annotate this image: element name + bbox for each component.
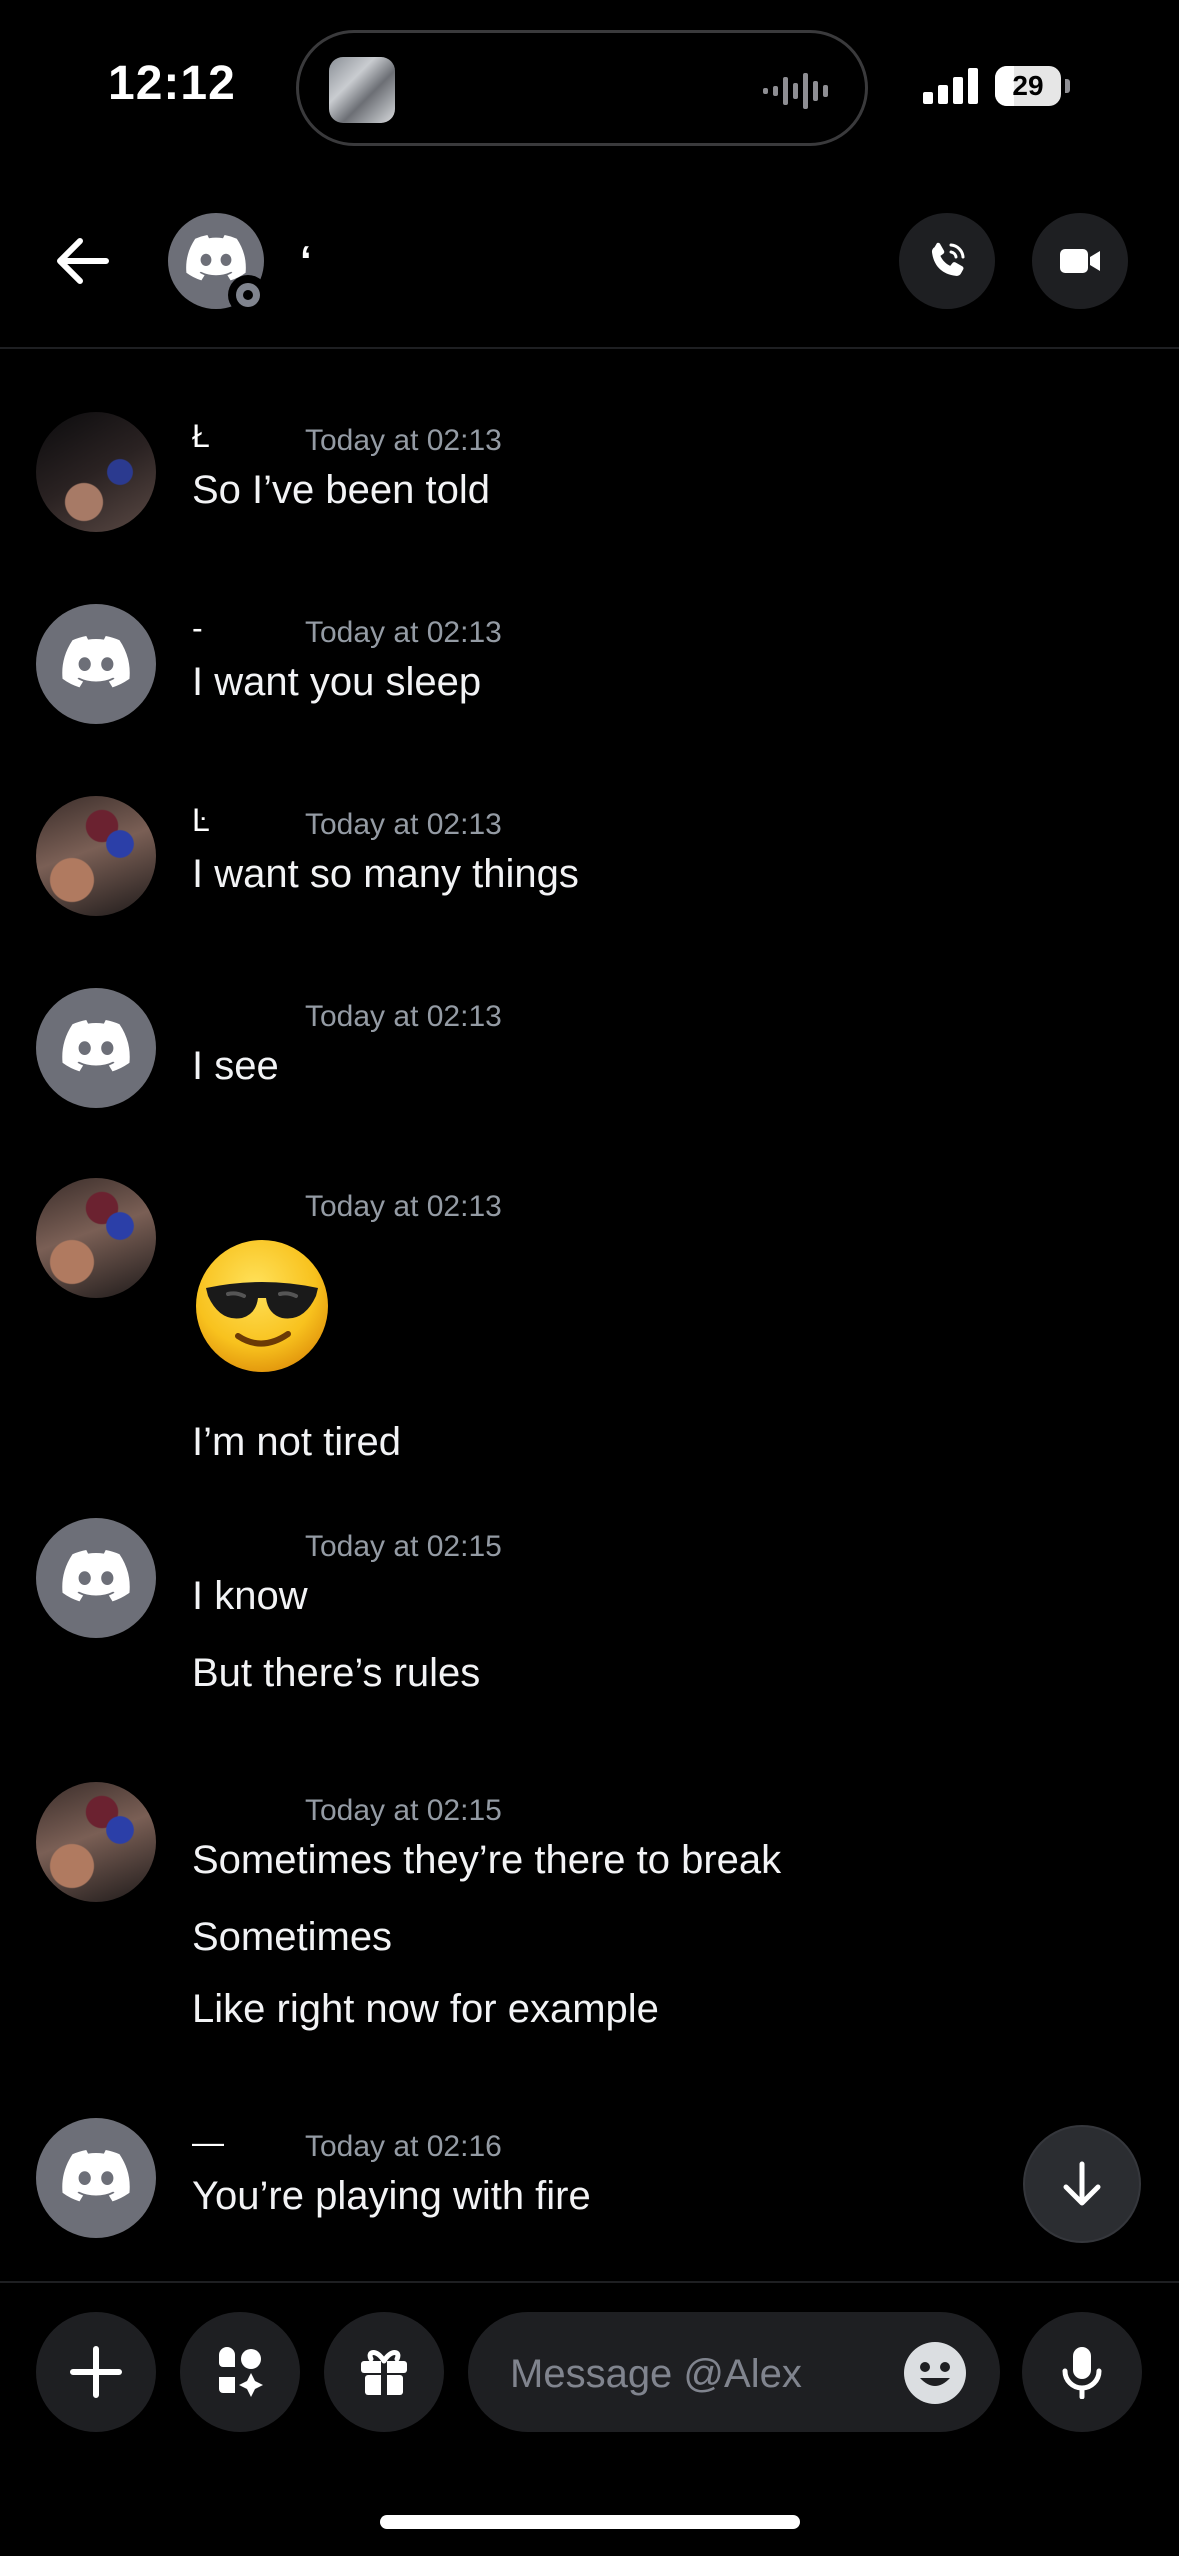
apps-button[interactable]	[180, 2312, 300, 2432]
plus-icon	[70, 2346, 122, 2398]
message-text[interactable]: I want you sleep	[192, 660, 481, 705]
message-text[interactable]: But there’s rules	[192, 1651, 480, 1696]
audio-waveform-icon	[763, 73, 828, 109]
jump-to-present-button[interactable]	[1023, 2125, 1141, 2243]
video-call-button[interactable]	[1032, 213, 1128, 309]
user-avatar[interactable]	[36, 1782, 156, 1902]
battery-percent: 29	[1012, 70, 1044, 101]
message-author[interactable]: —	[192, 2124, 224, 2161]
emoji-icon[interactable]	[902, 2340, 968, 2406]
message-timestamp: Today at 02:13	[305, 424, 502, 457]
message-timestamp: Today at 02:15	[305, 1794, 502, 1827]
arrow-down-icon	[1063, 2161, 1101, 2206]
discord-logo-icon	[62, 2150, 130, 2202]
discord-logo-icon	[62, 1020, 130, 1072]
home-indicator[interactable]	[380, 2515, 800, 2529]
message-text[interactable]: So I’ve been told	[192, 468, 490, 513]
message-timestamp: Today at 02:13	[305, 808, 502, 841]
message-author[interactable]: Ŀ	[192, 802, 210, 839]
discord-logo-icon	[186, 235, 246, 281]
message-text[interactable]: I know	[192, 1574, 308, 1619]
attach-button[interactable]	[36, 2312, 156, 2432]
battery-tip	[1065, 79, 1070, 93]
gift-icon	[361, 2350, 407, 2395]
discord-logo-icon	[62, 636, 130, 688]
message-text[interactable]: I see	[192, 1044, 279, 1089]
conversation-title[interactable]: ‘	[300, 237, 312, 285]
user-avatar[interactable]	[36, 1178, 156, 1298]
microphone-icon	[1062, 2347, 1102, 2399]
back-arrow-icon[interactable]	[50, 228, 116, 294]
message-timestamp: Today at 02:16	[305, 2130, 502, 2163]
user-avatar[interactable]	[36, 1518, 156, 1638]
message-author[interactable]: Ł	[192, 418, 210, 455]
user-avatar[interactable]	[36, 988, 156, 1108]
chat-header: ‘	[0, 175, 1179, 349]
dynamic-island[interactable]	[296, 30, 868, 146]
presence-status-icon	[228, 275, 268, 315]
now-playing-artwork	[329, 57, 395, 123]
message-timestamp: Today at 02:13	[305, 1000, 502, 1033]
message-text[interactable]: You’re playing with fire	[192, 2174, 591, 2219]
message-input[interactable]: Message @Alex	[468, 2312, 1000, 2432]
message-timestamp: Today at 02:15	[305, 1530, 502, 1563]
voice-message-button[interactable]	[1022, 2312, 1142, 2432]
status-time: 12:12	[108, 57, 236, 110]
message-text[interactable]: Sometimes	[192, 1915, 392, 1960]
user-avatar[interactable]	[36, 604, 156, 724]
message-input-placeholder: Message @Alex	[510, 2352, 802, 2396]
cellular-signal-icon	[923, 68, 978, 104]
gift-button[interactable]	[324, 2312, 444, 2432]
message-composer: Message @Alex	[0, 2281, 1179, 2463]
sunglasses-emoji-icon[interactable]	[192, 1236, 332, 1376]
user-avatar[interactable]	[36, 2118, 156, 2238]
user-avatar[interactable]	[36, 796, 156, 916]
user-avatar[interactable]	[36, 412, 156, 532]
apps-icon	[219, 2347, 263, 2397]
message-text[interactable]: I’m not tired	[192, 1420, 401, 1465]
video-camera-icon	[1060, 249, 1100, 273]
message-timestamp: Today at 02:13	[305, 616, 502, 649]
status-bar: 12:12 29	[0, 0, 1179, 175]
message-text[interactable]: Like right now for example	[192, 1987, 659, 2032]
discord-logo-icon	[62, 1550, 130, 1602]
message-text[interactable]: Sometimes they’re there to break	[192, 1838, 781, 1883]
battery-indicator: 29	[995, 66, 1061, 106]
message-author[interactable]: -	[192, 610, 203, 647]
message-timestamp: Today at 02:13	[305, 1190, 502, 1223]
message-list[interactable]: Ł Today at 02:13 So I’ve been told - Tod…	[0, 349, 1179, 2279]
message-text[interactable]: I want so many things	[192, 852, 579, 897]
phone-icon	[931, 242, 965, 276]
voice-call-button[interactable]	[899, 213, 995, 309]
